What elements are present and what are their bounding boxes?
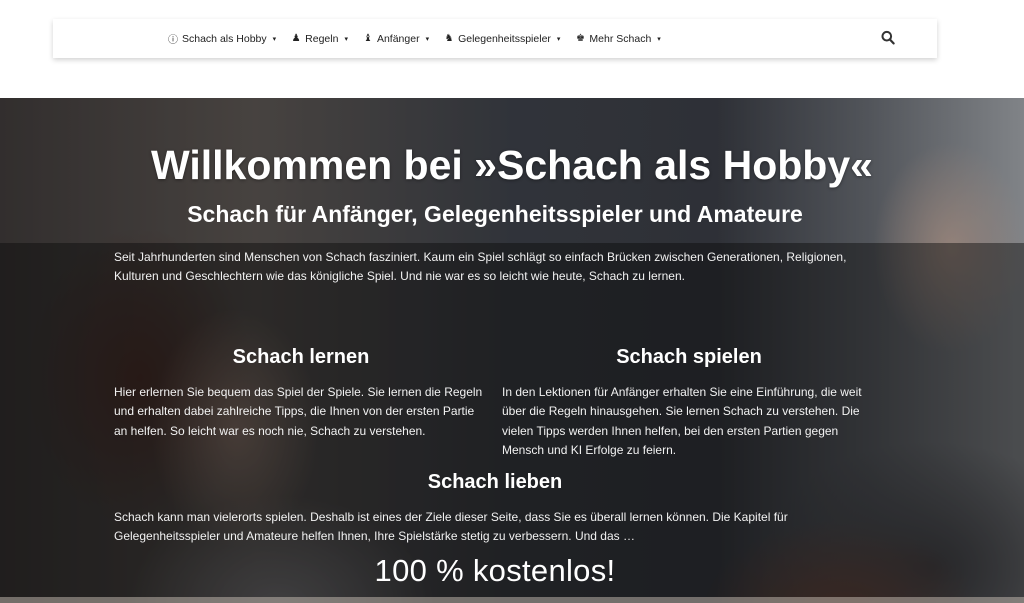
page-title: Willkommen bei »Schach als Hobby« xyxy=(151,142,873,188)
section-text-schach-lernen: Hier erlernen Sie bequem das Spiel der S… xyxy=(114,385,483,438)
nav-item-regeln[interactable]: ♟ Regeln ▾ xyxy=(291,33,348,45)
section-title-schach-lieben: Schach lieben xyxy=(427,471,563,493)
bishop-icon: ♝ xyxy=(363,33,373,44)
king-icon: ♚ xyxy=(575,33,585,44)
nav-item-label: Gelegenheitsspieler xyxy=(458,32,551,45)
nav-item-label: Anfänger xyxy=(376,32,420,45)
section-title-schach-lernen: Schach lernen xyxy=(232,346,370,368)
free-banner: 100 % kostenlos! xyxy=(374,553,616,588)
nav-item-gelegenheitsspieler[interactable]: ♞ Gelegenheitsspieler ▾ xyxy=(444,32,561,45)
nav-item-anfaenger[interactable]: ♝ Anfänger ▾ xyxy=(363,33,429,45)
intro-text: Seit Jahrhunderten sind Menschen von Sch… xyxy=(114,250,847,283)
knight-icon: ♞ xyxy=(444,33,454,44)
hero-section: Willkommen bei »Schach als Hobby« Schach… xyxy=(0,98,1024,603)
search-button[interactable] xyxy=(881,30,895,46)
page: ⓘ Schach als Hobby ▾ ♟ Regeln ▾ ♝ Anfäng… xyxy=(0,0,1024,603)
nav-item-mehr-schach[interactable]: ♚ Mehr Schach ▾ xyxy=(575,32,661,45)
page-subtitle: Schach für Anfänger, Gelegenheitsspieler… xyxy=(187,201,803,227)
chevron-down-icon: ▾ xyxy=(657,35,661,43)
nav-item-schach-als-hobby[interactable]: ⓘ Schach als Hobby ▾ xyxy=(168,31,277,47)
section-text-schach-spielen: In den Lektionen für Anfänger erhalten S… xyxy=(502,385,862,457)
nav-item-label: Regeln xyxy=(305,32,339,45)
chevron-down-icon: ▾ xyxy=(272,35,277,43)
nav-menu: ⓘ Schach als Hobby ▾ ♟ Regeln ▾ ♝ Anfäng… xyxy=(168,31,676,47)
nav-item-label: Schach als Hobby xyxy=(182,32,267,45)
chevron-down-icon: ▾ xyxy=(425,35,430,43)
search-icon xyxy=(881,30,895,45)
section-text-schach-lieben: Schach kann man vielerorts spielen. Desh… xyxy=(114,510,788,544)
info-circle-icon: ⓘ xyxy=(168,35,178,46)
nav-item-label: Mehr Schach xyxy=(589,32,652,45)
chevron-down-icon: ▾ xyxy=(344,35,348,43)
hero-bottom-edge xyxy=(0,597,1024,603)
chevron-down-icon: ▾ xyxy=(556,35,561,43)
section-title-schach-spielen: Schach spielen xyxy=(616,346,762,368)
pawn-icon: ♟ xyxy=(291,33,301,44)
main-navigation: ⓘ Schach als Hobby ▾ ♟ Regeln ▾ ♝ Anfäng… xyxy=(53,19,937,58)
